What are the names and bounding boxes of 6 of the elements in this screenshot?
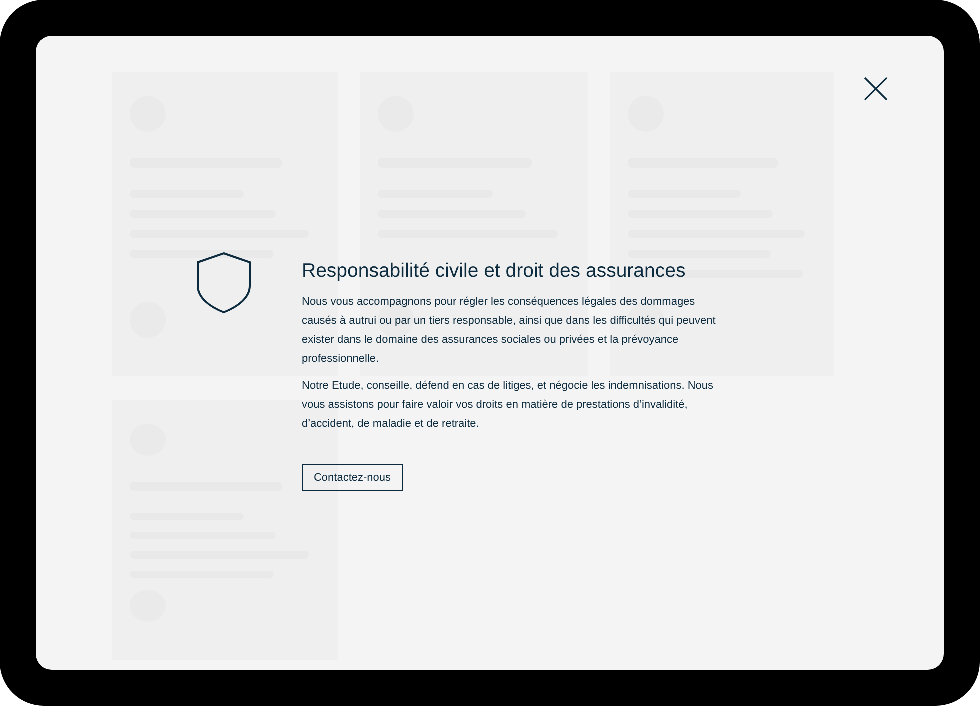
modal-title: Responsabilité civile et droit des assurances — [302, 260, 687, 283]
description-text: Nous vous accompagnons pour régler les conséquences légales des dommages causés à autrui ou par un tiers responsable, ainsi que dans les difficultés qui peuvent exister dans le domaine des assurances sociales ou privées et la prévoyance professionnelle. — [302, 295, 717, 367]
close-button[interactable] — [863, 76, 889, 102]
description-text: Notre Etude, conseille, défend en cas de litiges, et négocie les indemnisations. Nous vous assistons pour faire valoir vos droits en matière de prestations d’invalidité, d’accident, de maladie et de retraite. — [302, 379, 715, 432]
shield-icon — [196, 252, 252, 314]
contact-button[interactable]: Contactez-nous — [302, 464, 403, 491]
